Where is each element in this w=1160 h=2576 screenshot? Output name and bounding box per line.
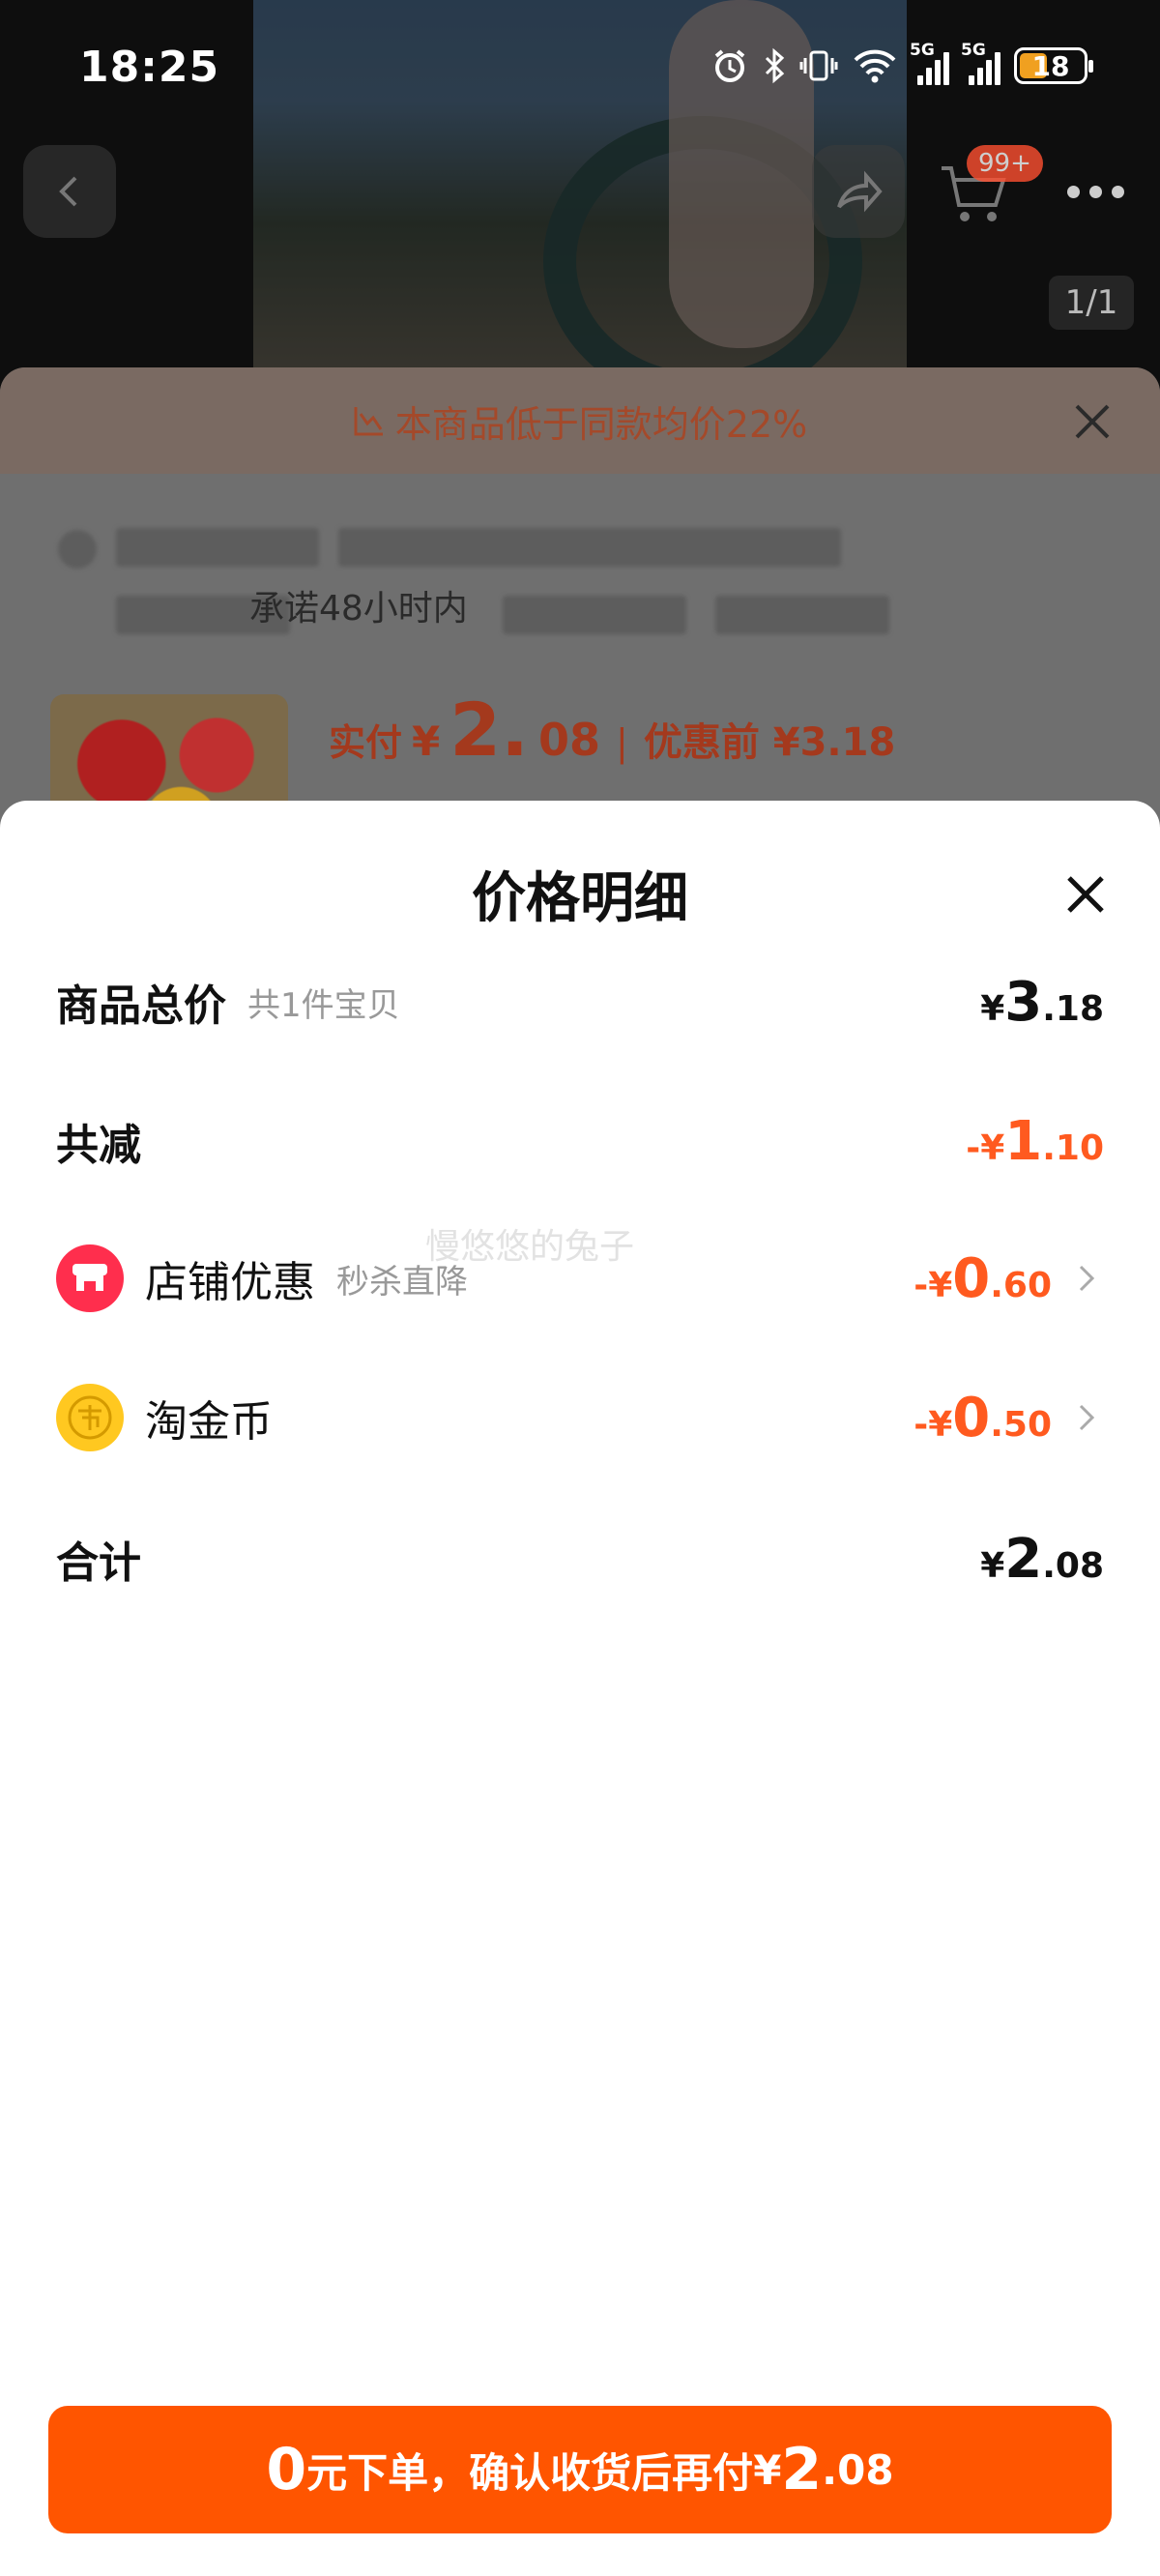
real-pay-int: 2.: [450, 687, 530, 773]
dot-icon: [1088, 185, 1102, 198]
coin-icon: [56, 1384, 124, 1451]
background-detail-card: 本商品低于同款均价22% 承诺48小时内 实付 ¥ 2. 08 | 优惠前 ¥3.…: [0, 367, 1160, 868]
sheet-title: 价格明细: [472, 867, 688, 930]
status-bar: 18:25 5G 5G 18: [0, 0, 1160, 135]
row-amount: -¥ 0.60: [914, 1246, 1052, 1310]
real-pay-label: 实付: [329, 721, 403, 764]
real-pay-price: 实付 ¥ 2. 08 | 优惠前 ¥3.18: [329, 687, 895, 773]
screen: 18:25 5G 5G 18 99+ 1/1 本商品低于同款均价22% 承诺48…: [0, 0, 1160, 2576]
alarm-icon: [714, 49, 745, 82]
trend-chart-icon: [354, 407, 383, 436]
cta-zero: 0: [266, 2436, 307, 2503]
network-type-1: 5G: [910, 41, 935, 60]
row-amount: -¥ 1.10: [966, 1109, 1104, 1173]
logistics-row: [58, 511, 1121, 675]
row-shop-discount[interactable]: 店铺优惠 秒杀直降 -¥ 0.60: [56, 1240, 1104, 1317]
place-order-button[interactable]: 0 元下单，确认收货后再付 ¥ 2 .08: [48, 2406, 1112, 2533]
chevron-right-icon: [1079, 1404, 1095, 1431]
shop-icon: [56, 1244, 124, 1312]
network-type-2: 5G: [961, 41, 986, 60]
row-taojinbi[interactable]: 淘金币 -¥ 0.50: [56, 1379, 1104, 1456]
before-discount-price: 优惠前 ¥3.18: [643, 720, 896, 765]
signal-icon-1: 5G: [910, 41, 949, 85]
row-label: 店铺优惠: [145, 1258, 315, 1307]
cart-badge: 99+: [967, 145, 1043, 182]
row-amount: ¥3.18: [980, 970, 1104, 1034]
battery-level: 18: [1031, 49, 1070, 82]
dot-icon: [1111, 185, 1124, 198]
share-icon: [837, 170, 883, 213]
wifi-icon: [854, 49, 896, 83]
price-separator: |: [616, 721, 628, 764]
cta-yen: ¥: [753, 2445, 782, 2494]
back-button[interactable]: [23, 145, 116, 238]
more-button[interactable]: [1049, 145, 1142, 238]
battery-icon: 18: [1014, 47, 1093, 84]
row-label: 合计: [56, 1538, 141, 1588]
signal-icon-2: 5G: [961, 41, 1000, 85]
real-pay-yen: ¥: [412, 717, 441, 765]
share-button[interactable]: [812, 145, 905, 238]
chevron-left-icon: [59, 176, 77, 207]
row-amount: -¥ 0.50: [914, 1386, 1052, 1449]
row-sub: 秒杀直降: [336, 1262, 468, 1302]
row-label: 共减: [56, 1121, 141, 1170]
row-goods-total: 商品总价 共1件宝贝 ¥3.18: [56, 963, 1104, 1040]
promise-text: 承诺48小时内: [249, 589, 468, 629]
dot-icon: [1066, 185, 1080, 198]
cta-amount-dec: .08: [822, 2445, 894, 2494]
close-icon[interactable]: [1061, 870, 1110, 919]
row-sum: 合计 ¥2.08: [56, 1520, 1104, 1597]
vibrate-icon: [799, 50, 838, 81]
cta-amount-int: 2: [781, 2436, 823, 2503]
real-pay-dec: 08: [538, 714, 601, 766]
image-counter: 1/1: [1049, 276, 1134, 330]
banner-text: 本商品低于同款均价22%: [394, 402, 808, 446]
row-total-reduction: 共减 -¥ 1.10: [56, 1102, 1104, 1180]
row-amount: ¥2.08: [980, 1527, 1104, 1591]
price-banner: 本商品低于同款均价22%: [0, 367, 1160, 474]
chevron-right-icon: [1079, 1265, 1095, 1292]
bluetooth-icon: [765, 47, 785, 84]
cta-text: 元下单，确认收货后再付: [306, 2448, 754, 2497]
status-time: 18:25: [79, 43, 220, 92]
price-detail-sheet: 价格明细 慢悠悠的兔子 商品总价 共1件宝贝 ¥3.18 共减 -¥ 1.10 店…: [0, 801, 1160, 2576]
status-icons: 5G 5G 18: [710, 41, 1093, 85]
row-sub: 共1件宝贝: [247, 985, 400, 1025]
row-label: 商品总价: [56, 981, 226, 1031]
close-icon[interactable]: [1073, 402, 1112, 441]
row-label: 淘金币: [145, 1397, 273, 1447]
